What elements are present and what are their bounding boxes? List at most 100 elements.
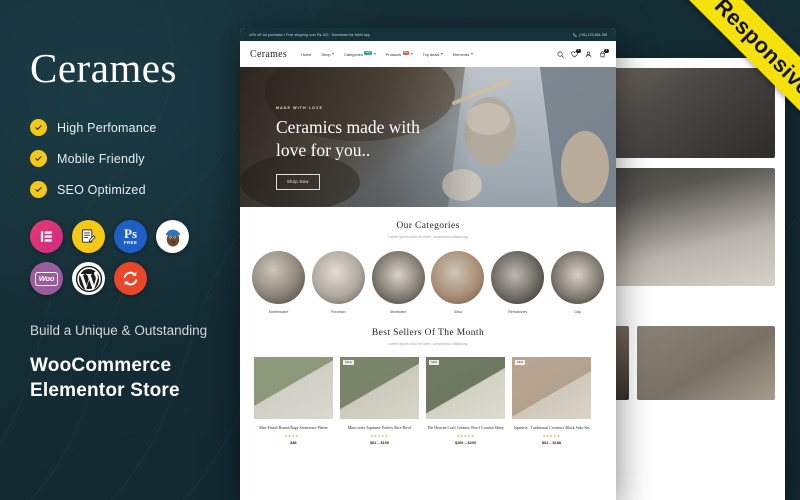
- product-price: $86: [290, 440, 297, 445]
- nav-item-shop[interactable]: Shop: [321, 52, 335, 57]
- product-rating: ★★★★★: [456, 433, 475, 438]
- product-card[interactable]: NEW Japanese , Traditional Ceramics Blac…: [512, 357, 591, 445]
- chevron-down-icon: [470, 53, 473, 55]
- product-price: $62 – $188: [541, 440, 561, 445]
- product-name: The Heaven Craft Ceramic Bowl Cornish Sh…: [427, 425, 504, 430]
- category-photo: [371, 251, 425, 304]
- category-photo: [491, 251, 545, 304]
- product-photo: [254, 357, 333, 419]
- bestsellers-section-header: Best Sellers Of The Month Lorem ipsum do…: [240, 314, 616, 346]
- feature-label: High Perfomance: [57, 120, 157, 135]
- woocommerce-icon: Woo: [30, 262, 63, 295]
- product-list: Matt Finish Round Bage Stoneware Platter…: [240, 346, 616, 445]
- product-name: Mino-ware Japanese Pottery Rice Bowl: [347, 425, 412, 430]
- cart-icon[interactable]: 0: [599, 48, 609, 58]
- nav-item-elements[interactable]: Elements: [453, 52, 473, 57]
- category-item-stoneware[interactable]: Stoneware: [371, 251, 425, 314]
- feature-item-mobile-friendly: Mobile Friendly: [30, 150, 240, 167]
- chevron-down-icon: [440, 53, 443, 55]
- wishlist-icon[interactable]: 0: [571, 48, 581, 58]
- product-photo: NEW: [512, 357, 591, 419]
- category-label: Clay: [573, 310, 581, 314]
- product-photo-right: [636, 326, 775, 401]
- nav-badge-hot: hot: [402, 50, 410, 55]
- hero-copy: MADE WITH LOVE Ceramics made with love f…: [276, 106, 420, 190]
- feature-item-high-performance: High Perfomance: [30, 119, 240, 136]
- chevron-down-icon: [410, 53, 413, 55]
- nav-item-home[interactable]: Home: [301, 52, 311, 57]
- product-tag: NEW: [515, 360, 526, 365]
- category-item-silica[interactable]: Silica: [431, 251, 485, 314]
- announcement-text: 10% off 1st purchase • Free shipping ove…: [249, 32, 371, 37]
- category-photo: [431, 251, 485, 304]
- phone-icon: [573, 32, 577, 37]
- nav-badge-new: new: [364, 50, 373, 55]
- cart-count: 0: [604, 48, 609, 53]
- product-photo: SALE: [340, 357, 419, 419]
- product-price: $62 – $199: [369, 440, 389, 445]
- product-card[interactable]: NEW The Heaven Craft Ceramic Bowl Cornis…: [426, 357, 505, 445]
- chevron-down-icon: [373, 53, 376, 55]
- category-label: Silica: [453, 310, 463, 314]
- phone-block[interactable]: (+91) 123-456-789: [573, 33, 607, 37]
- category-item-earthenware[interactable]: Earthenware: [252, 251, 305, 314]
- nav-label: Products: [385, 51, 402, 57]
- category-photo: [311, 251, 365, 304]
- nav-label: Home: [301, 51, 312, 57]
- product-name: Matt Finish Round Bage Stoneware Platter: [259, 425, 328, 430]
- product-rating: ★★★★★: [542, 433, 561, 438]
- check-icon: [30, 119, 47, 136]
- product-photo: NEW: [426, 357, 505, 419]
- category-item-porcelain[interactable]: Porcelain: [311, 251, 365, 314]
- header-action-icons: 0 0: [557, 48, 609, 58]
- site-header: Cerames Home Shop Categories new Product…: [240, 41, 616, 67]
- nav-item-products[interactable]: Products hot: [385, 50, 413, 57]
- categories-title: Our Categories: [396, 221, 460, 231]
- promo-tagline: Build a Unique & Outstanding: [30, 323, 208, 338]
- revolution-slider-icon: [114, 262, 147, 295]
- nav-item-top-deals[interactable]: Top deals: [423, 52, 443, 57]
- product-card[interactable]: Matt Finish Round Bage Stoneware Platter…: [254, 357, 333, 445]
- category-list: Earthenware Porcelain Stoneware Silica R…: [240, 239, 616, 314]
- photoshop-icon: Ps FREE: [114, 220, 147, 253]
- brand-title: Cerames: [30, 45, 177, 91]
- plugin-badges: Ps FREE Woo: [30, 220, 240, 295]
- product-name: Japanese , Traditional Ceramics Black Sa…: [513, 425, 590, 430]
- chevron-down-icon: [332, 53, 335, 55]
- site-logo[interactable]: Cerames: [250, 49, 287, 60]
- search-icon[interactable]: [557, 51, 564, 58]
- product-rating: ★★★★★: [370, 433, 389, 438]
- category-label: Stoneware: [389, 310, 407, 314]
- category-item-clay[interactable]: Clay: [550, 251, 604, 314]
- hero-banner: MADE WITH LOVE Ceramics made with love f…: [240, 67, 616, 207]
- photoshop-label: Ps: [124, 226, 137, 242]
- categories-section-header: Our Categories Lorem ipsum dolor sit ame…: [240, 207, 616, 239]
- product-tag: SALE: [343, 360, 354, 365]
- category-item-refractories[interactable]: Refractories: [491, 251, 545, 314]
- product-rating: ★★★★☆: [284, 433, 303, 438]
- main-navigation: Home Shop Categories new Products hot To…: [301, 50, 473, 57]
- nav-label: Elements: [452, 51, 470, 57]
- bestsellers-title: Best Sellers Of The Month: [371, 328, 485, 338]
- feature-label: Mobile Friendly: [57, 151, 145, 166]
- plugin-badges-row-1: Ps FREE: [30, 220, 240, 253]
- wordpress-icon: [72, 262, 105, 295]
- category-photo: [252, 251, 305, 304]
- mailchimp-icon: [156, 220, 189, 253]
- product-card[interactable]: SALE Mino-ware Japanese Pottery Rice Bow…: [340, 357, 419, 445]
- feature-list: High Perfomance Mobile Friendly SEO Opti…: [30, 119, 240, 198]
- category-photo: [550, 251, 604, 304]
- category-label: Earthenware: [268, 310, 289, 314]
- wishlist-count: 0: [576, 48, 581, 53]
- nav-item-categories[interactable]: Categories new: [344, 50, 376, 57]
- category-label: Refractories: [508, 310, 528, 314]
- category-label: Porcelain: [331, 310, 346, 314]
- account-icon[interactable]: [585, 51, 592, 58]
- primary-page-mockup: 10% off 1st purchase • Free shipping ove…: [240, 28, 616, 500]
- elementor-icon: [30, 220, 63, 253]
- check-icon: [30, 150, 47, 167]
- hero-title-line-2: love for you..: [276, 139, 371, 160]
- shop-now-button[interactable]: Shop Now: [276, 173, 320, 190]
- promo-headline: WooCommerce Elementor Store: [30, 354, 180, 402]
- plugin-badges-row-2: Woo: [30, 262, 240, 295]
